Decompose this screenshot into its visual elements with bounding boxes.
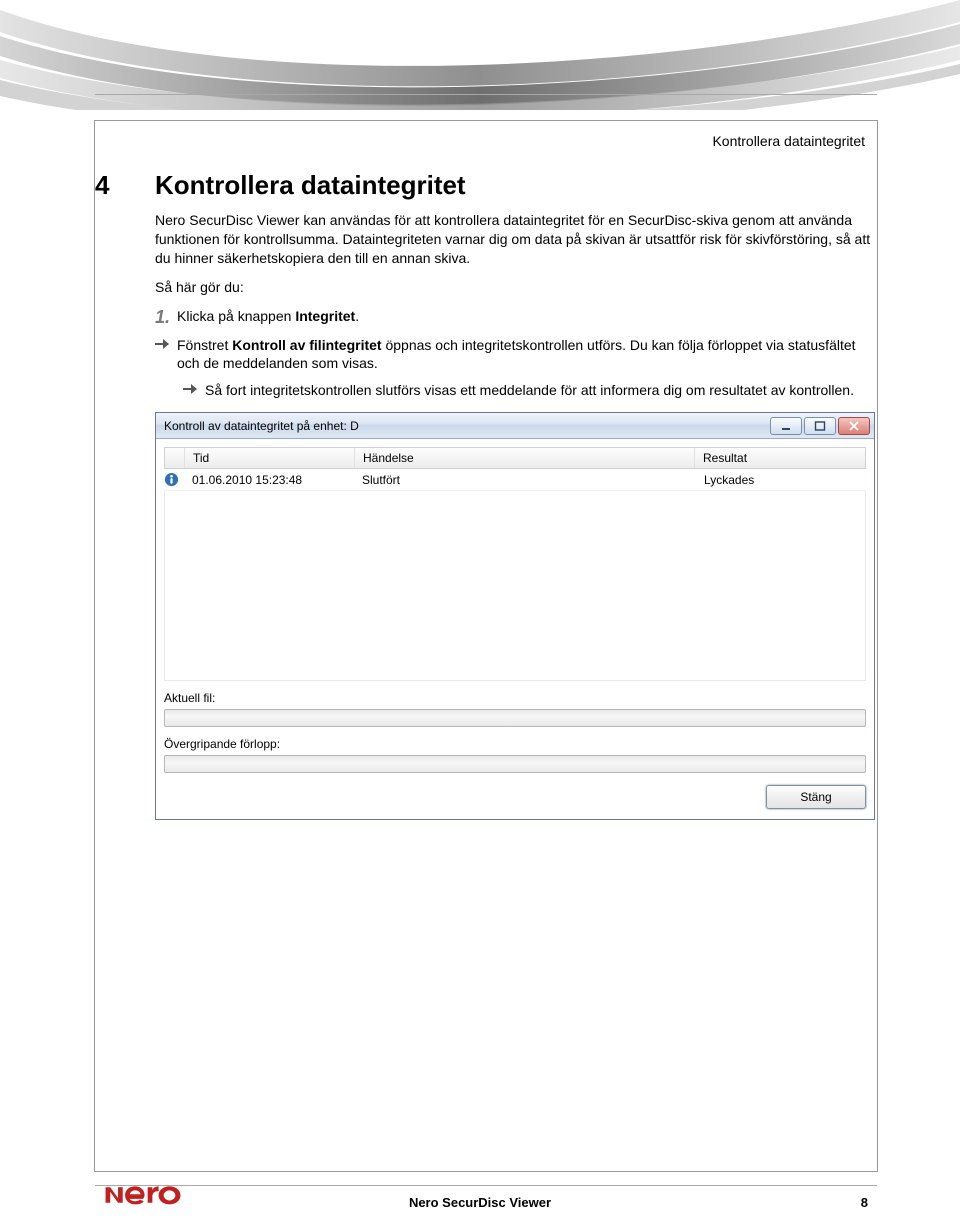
integrity-dialog: Kontroll av dataintegritet på enhet: D T…	[155, 412, 875, 820]
aktuell-fil-label: Aktuell fil:	[164, 691, 866, 705]
dialog-titlebar: Kontroll av dataintegritet på enhet: D	[156, 413, 874, 439]
arrow-icon	[155, 336, 177, 353]
arrow-icon	[183, 381, 205, 398]
header-rule	[95, 94, 877, 95]
step-number-1: 1.	[155, 307, 177, 328]
col-resultat[interactable]: Resultat	[695, 448, 865, 468]
table-row: 01.06.2010 15:23:48 Slutfört Lyckades	[164, 469, 866, 491]
aktuell-fil-progress	[164, 709, 866, 727]
section-number: 4	[95, 170, 155, 201]
step-1-text: Klicka på knappen Integritet.	[177, 307, 359, 326]
footer-title: Nero SecurDisc Viewer	[0, 1195, 960, 1210]
table-header: Tid Händelse Resultat	[164, 447, 866, 469]
result-text-2: Så fort integritetskontrollen slutförs v…	[205, 381, 854, 400]
overgripande-progress	[164, 755, 866, 773]
page-number: 8	[861, 1195, 868, 1210]
content-area: 4 Kontrollera dataintegritet Nero SecurD…	[95, 170, 875, 820]
cell-resultat: Lyckades	[696, 469, 866, 490]
overgripande-label: Övergripande förlopp:	[164, 737, 866, 751]
info-icon	[164, 469, 184, 490]
maximize-button[interactable]	[804, 417, 836, 435]
col-tid[interactable]: Tid	[185, 448, 355, 468]
so-here-label: Så här gör du:	[155, 278, 875, 297]
section-title: Kontrollera dataintegritet	[155, 170, 466, 201]
close-dialog-button[interactable]: Stäng	[766, 785, 866, 809]
cell-tid: 01.06.2010 15:23:48	[184, 469, 354, 490]
intro-paragraph: Nero SecurDisc Viewer kan användas för a…	[155, 211, 875, 268]
table-empty-area	[164, 491, 866, 681]
running-head: Kontrollera dataintegritet	[712, 133, 865, 149]
col-handelse[interactable]: Händelse	[355, 448, 695, 468]
close-button[interactable]	[838, 417, 870, 435]
footer-rule	[95, 1185, 877, 1186]
dialog-title: Kontroll av dataintegritet på enhet: D	[156, 419, 359, 433]
cell-handelse: Slutfört	[354, 469, 696, 490]
result-text-1: Fönstret Kontroll av filintegritet öppna…	[177, 336, 875, 374]
minimize-button[interactable]	[770, 417, 802, 435]
